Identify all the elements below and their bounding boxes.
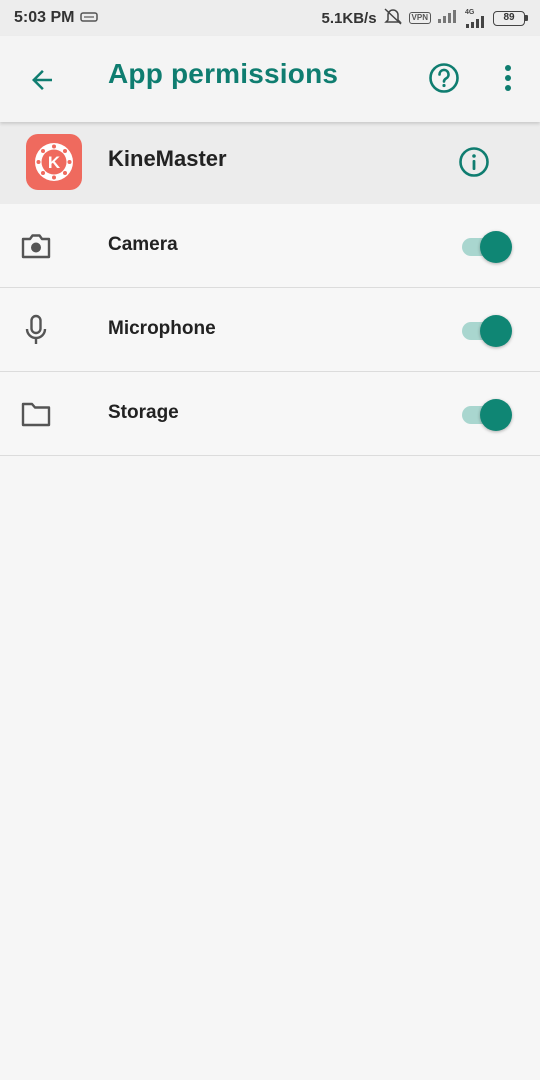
battery-icon: 89 <box>493 10 528 26</box>
signal-4g-icon: 4G <box>465 9 487 28</box>
network-speed: 5.1KB/s <box>321 9 377 27</box>
storage-toggle[interactable] <box>460 398 514 431</box>
permission-label: Storage <box>108 402 179 423</box>
notification-icon <box>80 10 99 27</box>
permission-row-microphone[interactable]: Microphone <box>0 288 540 372</box>
app-header: K KineMaster <box>0 122 540 204</box>
kinemaster-logo-icon: K <box>35 143 73 181</box>
status-bar: 5:03 PM 5.1KB/s VPN 4G 89 <box>0 0 540 36</box>
status-time: 5:03 PM <box>14 9 75 26</box>
microphone-toggle[interactable] <box>460 314 514 347</box>
permission-label: Camera <box>108 234 178 255</box>
camera-toggle[interactable] <box>460 230 514 263</box>
camera-icon <box>18 228 54 264</box>
app-icon: K <box>26 134 82 190</box>
folder-icon <box>18 396 54 432</box>
permission-row-storage[interactable]: Storage <box>0 372 540 456</box>
battery-level: 89 <box>493 10 525 26</box>
more-options-button[interactable] <box>488 58 528 98</box>
back-button[interactable] <box>22 60 62 100</box>
info-icon <box>459 147 489 177</box>
page-title: App permissions <box>108 58 339 89</box>
permission-row-camera[interactable]: Camera <box>0 204 540 288</box>
help-circle-icon <box>429 63 459 93</box>
arrow-back-icon <box>32 70 52 90</box>
help-button[interactable] <box>424 58 464 98</box>
vpn-icon: VPN <box>408 12 431 24</box>
permission-list: Camera Microphone Storage <box>0 204 540 456</box>
svg-text:K: K <box>48 153 61 172</box>
permission-label: Microphone <box>108 318 216 339</box>
more-vert-icon <box>505 65 511 91</box>
signal-icon <box>437 8 459 28</box>
app-info-button[interactable] <box>454 142 494 182</box>
mute-bell-icon <box>383 7 403 29</box>
microphone-icon <box>18 312 54 348</box>
app-bar: App permissions <box>0 36 540 122</box>
app-name: KineMaster <box>108 146 227 171</box>
